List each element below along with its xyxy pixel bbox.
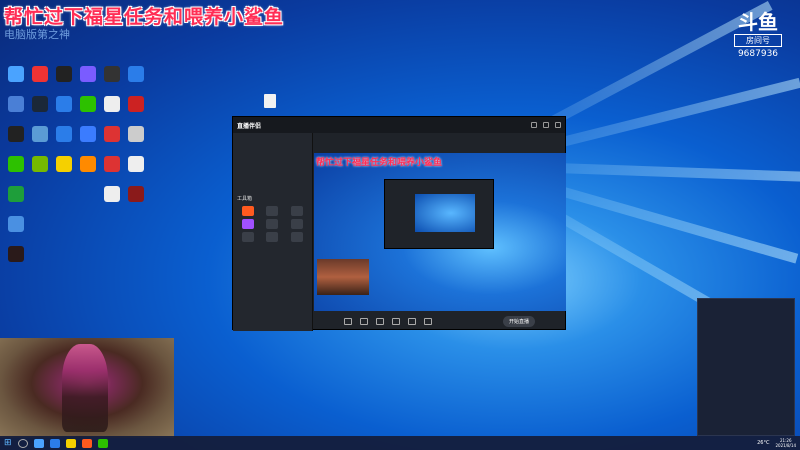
scene-item[interactable] xyxy=(233,133,312,142)
bottom-tool[interactable] xyxy=(344,317,352,325)
douyu-logo: 斗鱼 xyxy=(738,10,778,34)
bottom-tool[interactable] xyxy=(392,317,400,325)
bottom-tool[interactable] xyxy=(360,317,368,325)
camera-thumbnail xyxy=(317,259,369,295)
chat-title xyxy=(698,299,794,303)
desktop-icon[interactable] xyxy=(122,66,150,82)
taskbar-app[interactable] xyxy=(97,438,108,448)
room-number: 9687936 xyxy=(737,49,779,59)
douyu-badge: 斗鱼 房间号 9687936 xyxy=(730,12,786,59)
desktop-icon[interactable] xyxy=(2,216,30,232)
app-bottom-bar: 开始直播 xyxy=(314,311,565,331)
close-icon[interactable] xyxy=(555,122,561,128)
tool-button[interactable] xyxy=(237,219,259,229)
start-icon[interactable]: ⊞ xyxy=(4,438,12,448)
watermark-text: 电脑版第之神 xyxy=(4,28,70,41)
scene-item[interactable] xyxy=(233,151,312,160)
app-brand: 直播伴侣 xyxy=(237,122,262,130)
nested-window-preview xyxy=(384,179,494,249)
stream-title-overlay: 帮忙过下福星任务和喂养小鲨鱼 xyxy=(4,6,285,28)
desktop-icon[interactable] xyxy=(122,126,150,142)
taskbar-app[interactable] xyxy=(33,438,44,448)
preview-area: 帮忙过下福星任务和喂养小鲨鱼 开始直播 xyxy=(314,133,566,331)
tool-button[interactable] xyxy=(262,232,284,242)
scene-item[interactable] xyxy=(233,160,312,169)
scene-item[interactable] xyxy=(233,169,312,178)
tool-button[interactable] xyxy=(262,219,284,229)
desktop-icon[interactable] xyxy=(122,96,150,112)
clock[interactable]: 21:26 2021/8/14 xyxy=(775,438,796,448)
settings-icon[interactable] xyxy=(531,122,537,128)
desktop-icon[interactable] xyxy=(122,186,150,202)
tool-button[interactable] xyxy=(237,206,259,216)
search-icon[interactable] xyxy=(17,438,28,448)
bottom-tool[interactable] xyxy=(376,317,384,325)
app-titlebar: 直播伴侣 xyxy=(233,117,565,133)
tool-button[interactable] xyxy=(262,206,284,216)
scene-panel: 工具箱 xyxy=(233,133,313,331)
preview-title: 帮忙过下福星任务和喂养小鲨鱼 xyxy=(316,158,443,168)
minimize-icon[interactable] xyxy=(543,122,549,128)
taskbar-app[interactable] xyxy=(81,438,92,448)
webcam-figure xyxy=(62,344,108,432)
weather-text[interactable]: 26°C xyxy=(757,440,769,446)
desktop-icon[interactable] xyxy=(2,186,30,202)
taskbar: ⊞ 26°C 21:26 2021/8/14 xyxy=(0,436,800,450)
tool-button[interactable] xyxy=(286,232,308,242)
desktop-icon[interactable] xyxy=(2,246,30,262)
scene-item[interactable] xyxy=(233,142,312,151)
bottom-tool[interactable] xyxy=(408,317,416,325)
chat-panel xyxy=(697,298,795,436)
scene-item[interactable] xyxy=(233,178,312,187)
tool-button[interactable] xyxy=(286,219,308,229)
desktop-icon[interactable] xyxy=(122,156,150,172)
taskbar-app[interactable] xyxy=(49,438,60,448)
tools-title: 工具箱 xyxy=(237,196,253,202)
streaming-app-window: 直播伴侣 工具箱 帮忙过下福星任务和喂养小鲨鱼 开始直播 xyxy=(232,116,566,331)
taskbar-app[interactable] xyxy=(65,438,76,448)
tool-button[interactable] xyxy=(286,206,308,216)
room-label: 房间号 xyxy=(734,34,782,47)
mic-icon[interactable] xyxy=(424,317,432,325)
webcam-overlay xyxy=(0,338,174,438)
desktop-file-icon[interactable] xyxy=(262,94,278,108)
tools-grid xyxy=(233,204,312,244)
go-live-button[interactable]: 开始直播 xyxy=(502,315,535,327)
tool-button[interactable] xyxy=(237,232,259,242)
clock-date: 2021/8/14 xyxy=(775,443,796,448)
preview-header xyxy=(314,133,565,147)
